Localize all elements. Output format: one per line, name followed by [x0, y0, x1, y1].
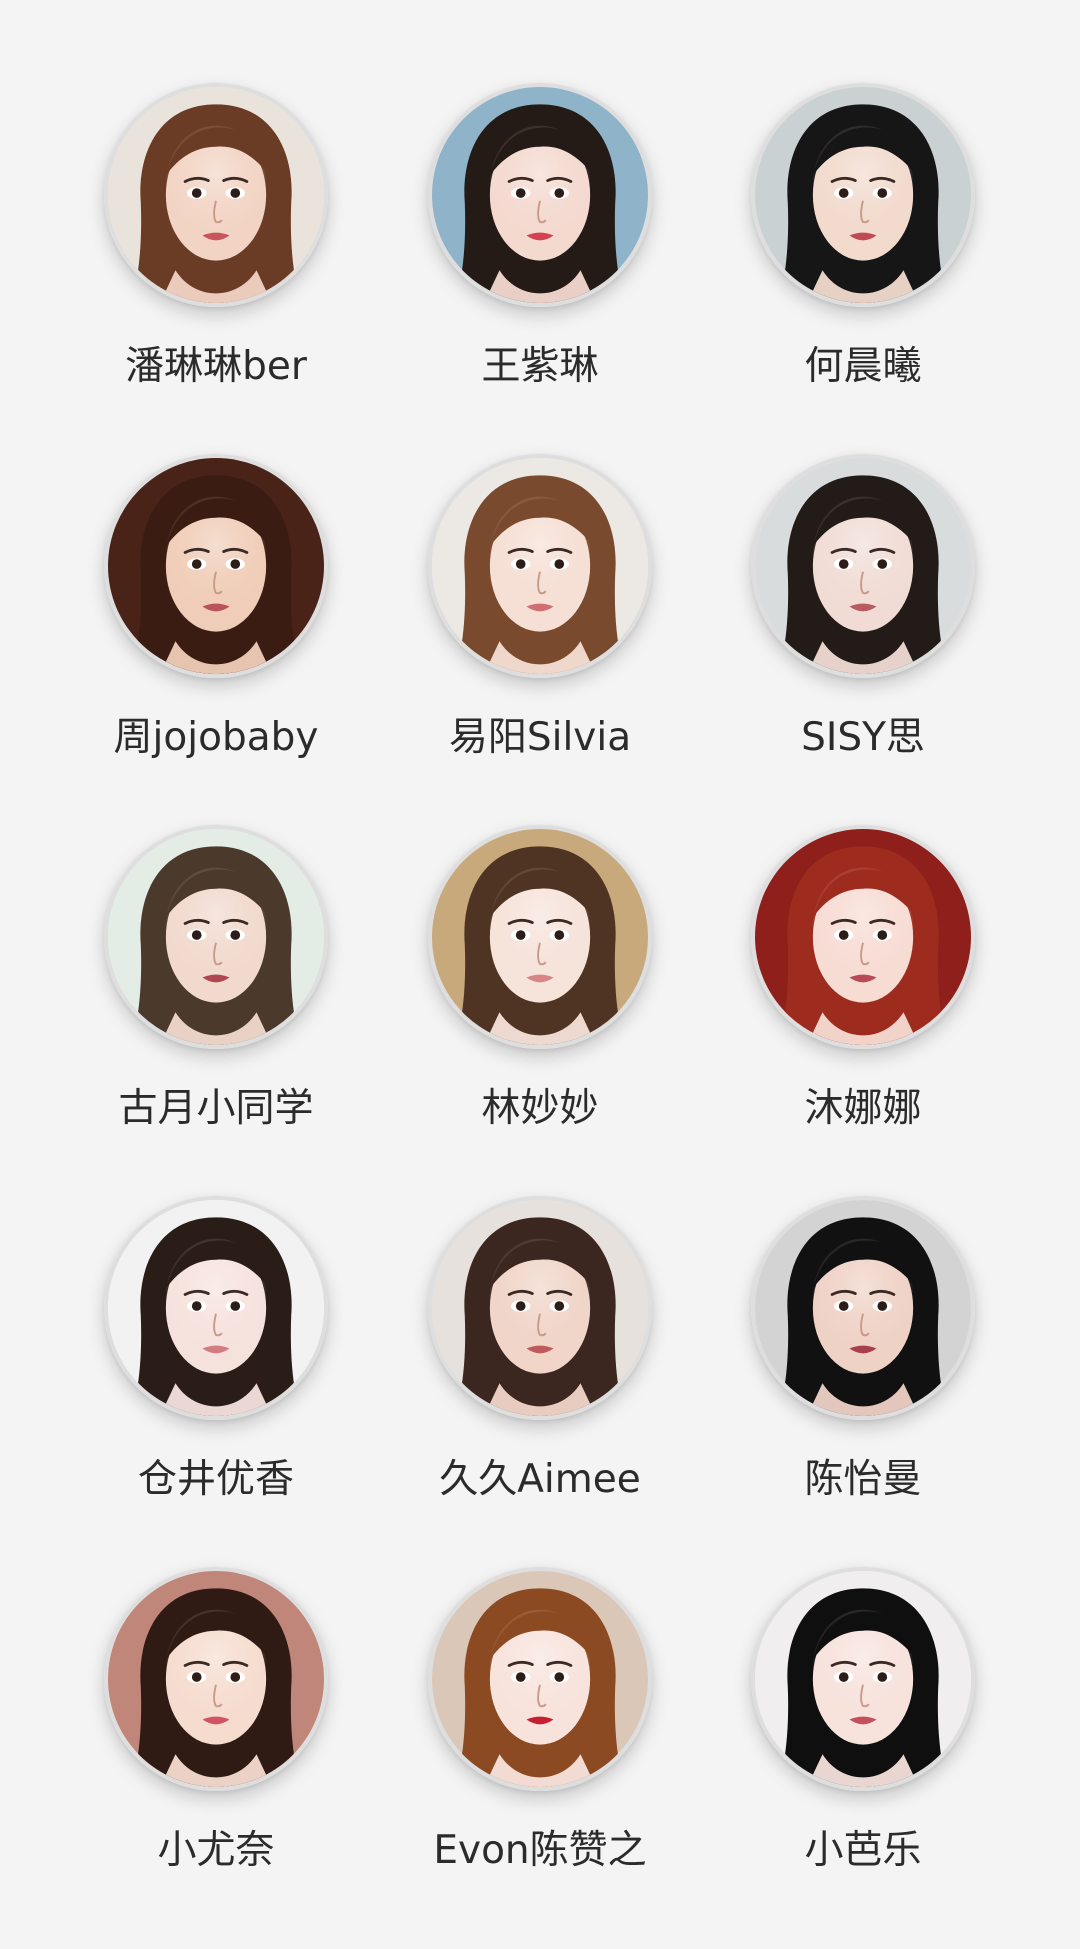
profile-card[interactable]: Evon陈赞之 — [390, 1567, 690, 1907]
portrait-image — [755, 87, 971, 303]
avatar[interactable] — [428, 1567, 652, 1791]
profile-name: 久久Aimee — [439, 1457, 641, 1502]
avatar[interactable] — [751, 1196, 975, 1420]
avatar[interactable] — [104, 83, 328, 307]
profile-card[interactable]: 潘琳琳ber — [66, 83, 366, 423]
profile-name: 潘琳琳ber — [125, 344, 307, 389]
profile-name: 古月小同学 — [118, 1086, 314, 1131]
avatar[interactable] — [104, 825, 328, 1049]
profile-card[interactable]: 古月小同学 — [66, 825, 366, 1165]
portrait-image — [432, 1200, 648, 1416]
profile-name: 陈怡曼 — [804, 1457, 922, 1502]
profile-name: 何晨曦 — [804, 344, 922, 389]
portrait-image — [108, 458, 324, 674]
profile-card[interactable]: 林妙妙 — [390, 825, 690, 1165]
portrait-image — [432, 87, 648, 303]
avatar[interactable] — [751, 1567, 975, 1791]
avatar[interactable] — [428, 1196, 652, 1420]
profile-name: 林妙妙 — [481, 1086, 599, 1131]
portrait-image — [432, 1571, 648, 1787]
profile-name: Evon陈赞之 — [433, 1828, 647, 1873]
portrait-image — [755, 458, 971, 674]
profile-grid: 潘琳琳ber 王紫琳 何晨曦 周jojobaby 易阳Silvia SISY思 … — [0, 0, 1080, 1949]
profile-name: 周jojobaby — [113, 715, 319, 760]
profile-name: 小尤奈 — [157, 1828, 275, 1873]
profile-card[interactable]: 小芭乐 — [713, 1567, 1013, 1907]
profile-card[interactable]: 仓井优香 — [66, 1196, 366, 1536]
portrait-image — [108, 1571, 324, 1787]
avatar[interactable] — [104, 454, 328, 678]
portrait-image — [432, 829, 648, 1045]
profile-name: 沐娜娜 — [804, 1086, 922, 1131]
avatar[interactable] — [104, 1196, 328, 1420]
portrait-image — [755, 829, 971, 1045]
profile-card[interactable]: 沐娜娜 — [713, 825, 1013, 1165]
profile-card[interactable]: 何晨曦 — [713, 83, 1013, 423]
profile-card[interactable]: 易阳Silvia — [390, 454, 690, 794]
avatar[interactable] — [428, 83, 652, 307]
profile-name: 王紫琳 — [481, 344, 599, 389]
profile-card[interactable]: 小尤奈 — [66, 1567, 366, 1907]
portrait-image — [755, 1571, 971, 1787]
profile-card[interactable]: 王紫琳 — [390, 83, 690, 423]
profile-name: SISY思 — [801, 715, 925, 760]
avatar[interactable] — [104, 1567, 328, 1791]
profile-name: 仓井优香 — [137, 1457, 294, 1502]
profile-card[interactable]: 陈怡曼 — [713, 1196, 1013, 1536]
portrait-image — [432, 458, 648, 674]
profile-card[interactable]: SISY思 — [713, 454, 1013, 794]
profile-card[interactable]: 周jojobaby — [66, 454, 366, 794]
profile-card[interactable]: 久久Aimee — [390, 1196, 690, 1536]
profile-name: 小芭乐 — [804, 1828, 922, 1873]
avatar[interactable] — [428, 454, 652, 678]
portrait-image — [108, 87, 324, 303]
portrait-image — [755, 1200, 971, 1416]
avatar[interactable] — [428, 825, 652, 1049]
portrait-image — [108, 829, 324, 1045]
profile-name: 易阳Silvia — [448, 715, 632, 760]
avatar[interactable] — [751, 83, 975, 307]
portrait-image — [108, 1200, 324, 1416]
avatar[interactable] — [751, 825, 975, 1049]
avatar[interactable] — [751, 454, 975, 678]
